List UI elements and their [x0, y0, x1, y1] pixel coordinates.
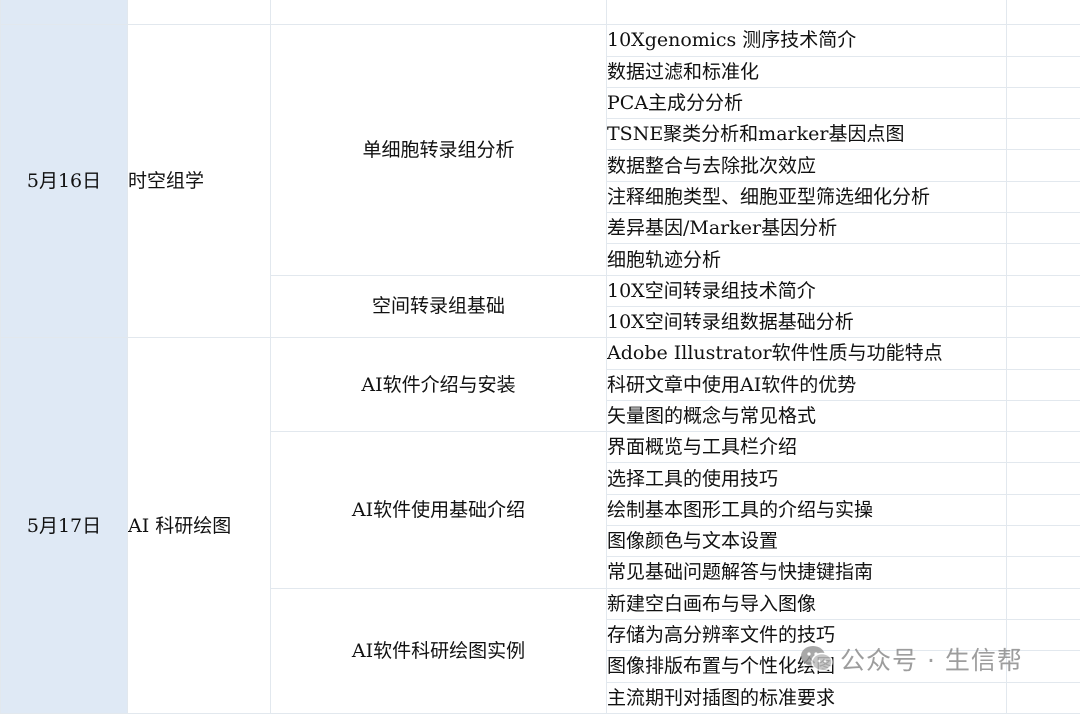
tail-cell: [1007, 275, 1080, 306]
item-cell: 科研文章中使用AI软件的优势: [607, 369, 1007, 400]
item-cell: PCA主成分分析: [607, 87, 1007, 118]
tail-cell: [1007, 181, 1080, 212]
tail-cell: [1007, 306, 1080, 337]
item-cell: 存储为高分辨率文件的技巧: [607, 619, 1007, 650]
item-cell: 细胞轨迹分析: [607, 244, 1007, 275]
module-cell: AI软件科研绘图实例: [271, 588, 607, 713]
item-cell: 差异基因/Marker基因分析: [607, 213, 1007, 244]
tail-cell: [1007, 25, 1080, 56]
topic-cell-blank: [128, 0, 271, 25]
date-cell: 5月16日: [1, 25, 128, 338]
tail-cell: [1007, 463, 1080, 494]
item-cell: 选择工具的使用技巧: [607, 463, 1007, 494]
tail-cell: [1007, 0, 1080, 25]
tail-cell: [1007, 119, 1080, 150]
item-cell: 数据整合与去除批次效应: [607, 150, 1007, 181]
item-cell: 图像颜色与文本设置: [607, 526, 1007, 557]
tail-cell: [1007, 651, 1080, 682]
tail-cell: [1007, 400, 1080, 431]
tail-cell: [1007, 244, 1080, 275]
item-cell: 常见基础问题解答与快捷键指南: [607, 557, 1007, 588]
tail-cell: [1007, 494, 1080, 525]
module-cell: AI软件使用基础介绍: [271, 432, 607, 588]
item-cell-blank: [607, 0, 1007, 25]
schedule-body: 5月16日 时空组学 单细胞转录组分析 10Xgenomics 测序技术简介 数…: [1, 0, 1080, 713]
item-cell: Adobe Illustrator软件性质与功能特点: [607, 338, 1007, 369]
item-cell: 主流期刊对插图的标准要求: [607, 682, 1007, 713]
tail-cell: [1007, 557, 1080, 588]
tail-cell: [1007, 588, 1080, 619]
module-cell: AI软件介绍与安装: [271, 338, 607, 432]
tail-cell: [1007, 526, 1080, 557]
date-cell-blank: [1, 0, 128, 25]
item-cell: 10X空间转录组数据基础分析: [607, 306, 1007, 337]
item-cell: 界面概览与工具栏介绍: [607, 432, 1007, 463]
tail-cell: [1007, 619, 1080, 650]
item-cell: 图像排版布置与个性化绘图: [607, 651, 1007, 682]
table-row: 5月16日 时空组学 单细胞转录组分析 10Xgenomics 测序技术简介: [1, 25, 1080, 56]
schedule-page: 5月16日 时空组学 单细胞转录组分析 10Xgenomics 测序技术简介 数…: [0, 0, 1080, 700]
date-cell: 5月17日: [1, 338, 128, 714]
tail-cell: [1007, 87, 1080, 118]
topic-cell: AI 科研绘图: [128, 338, 271, 714]
course-schedule-table: 5月16日 时空组学 单细胞转录组分析 10Xgenomics 测序技术简介 数…: [0, 0, 1080, 714]
item-cell: 10X空间转录组技术简介: [607, 275, 1007, 306]
topic-cell: 时空组学: [128, 25, 271, 338]
tail-cell: [1007, 432, 1080, 463]
table-row: 5月17日 AI 科研绘图 AI软件介绍与安装 Adobe Illustrato…: [1, 338, 1080, 369]
item-cell: 10Xgenomics 测序技术简介: [607, 25, 1007, 56]
item-cell: 绘制基本图形工具的介绍与实操: [607, 494, 1007, 525]
tail-cell: [1007, 150, 1080, 181]
tail-cell: [1007, 338, 1080, 369]
item-cell: 矢量图的概念与常见格式: [607, 400, 1007, 431]
tail-cell: [1007, 682, 1080, 713]
item-cell: 数据过滤和标准化: [607, 56, 1007, 87]
module-cell-blank: [271, 0, 607, 25]
item-cell: 注释细胞类型、细胞亚型筛选细化分析: [607, 181, 1007, 212]
item-cell: TSNE聚类分析和marker基因点图: [607, 119, 1007, 150]
item-cell: 新建空白画布与导入图像: [607, 588, 1007, 619]
module-cell: 单细胞转录组分析: [271, 25, 607, 275]
tail-cell: [1007, 213, 1080, 244]
module-cell: 空间转录组基础: [271, 275, 607, 338]
tail-cell: [1007, 369, 1080, 400]
table-row: [1, 0, 1080, 25]
tail-cell: [1007, 56, 1080, 87]
